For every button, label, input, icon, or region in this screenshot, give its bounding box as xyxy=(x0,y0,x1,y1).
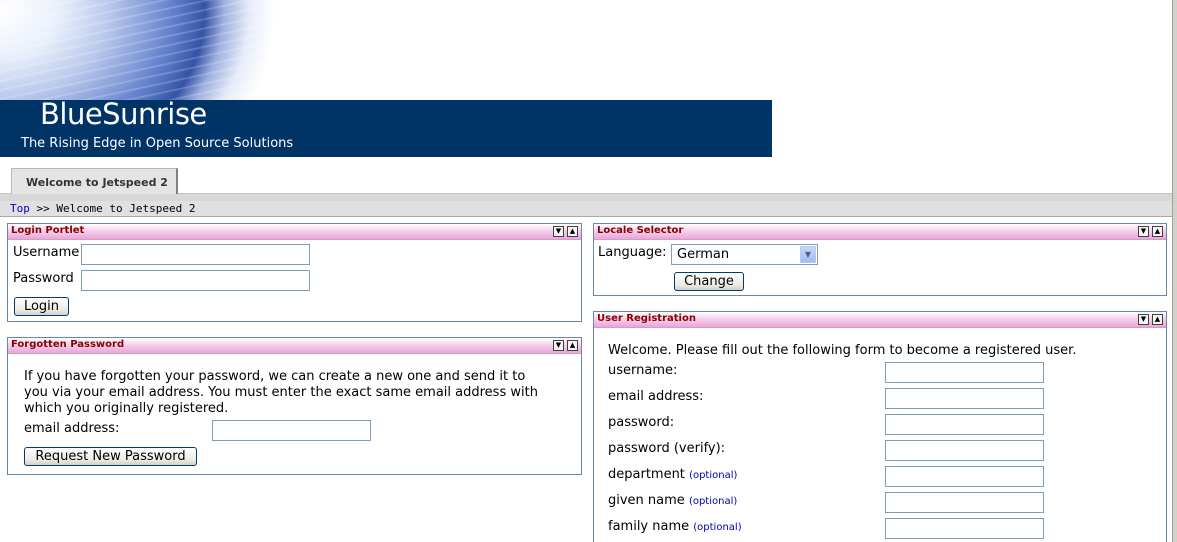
language-label: Language: xyxy=(598,245,667,260)
minimize-icon[interactable]: ▼ xyxy=(1138,226,1149,237)
user-registration-title: User Registration xyxy=(597,313,696,324)
email-input[interactable] xyxy=(212,420,371,441)
forgotten-password-text-line1: If you have forgotten your password, we … xyxy=(24,369,526,384)
login-portlet: Login Portlet ▼ ▲ Username Password Logi… xyxy=(7,223,582,322)
breadcrumb-current: Welcome to Jetspeed 2 xyxy=(56,202,196,215)
locale-selector-portlet: Locale Selector ▼ ▲ Language: German ▼ C… xyxy=(593,223,1167,296)
registration-email-input[interactable] xyxy=(885,388,1044,409)
change-button[interactable]: Change xyxy=(674,272,744,291)
password-input[interactable] xyxy=(81,270,310,291)
maximize-icon[interactable]: ▲ xyxy=(567,226,578,237)
given-name-label-text: given name xyxy=(608,493,685,508)
registration-username-label: username: xyxy=(608,363,678,378)
portlet-title: Login Portlet ▼ ▲ xyxy=(8,224,581,240)
breadcrumb-top-link[interactable]: Top xyxy=(10,202,30,215)
user-registration-portlet: User Registration ▼ ▲ Welcome. Please fi… xyxy=(593,311,1167,542)
forgotten-password-text-line3: which you originally registered. xyxy=(24,401,229,416)
minimize-icon[interactable]: ▼ xyxy=(553,340,564,351)
maximize-icon[interactable]: ▲ xyxy=(1152,226,1163,237)
language-select-value: German xyxy=(677,247,730,262)
optional-tag: (optional) xyxy=(688,496,738,507)
registration-family-name-label: family name (optional) xyxy=(608,519,742,534)
forgotten-password-text-line2: you via your email address. You must ent… xyxy=(24,385,538,400)
department-label-text: department xyxy=(608,467,685,482)
forgotten-password-portlet: Forgotten Password ▼ ▲ If you have forgo… xyxy=(7,337,582,475)
username-input[interactable] xyxy=(81,244,310,265)
registration-given-name-label: given name (optional) xyxy=(608,493,737,508)
optional-tag: (optional) xyxy=(689,470,738,481)
brand-tagline: The Rising Edge in Open Source Solutions xyxy=(21,136,294,151)
username-label: Username xyxy=(13,245,80,260)
registration-department-input[interactable] xyxy=(885,466,1044,487)
registration-password-label: password: xyxy=(608,415,675,430)
breadcrumb: Top >> Welcome to Jetspeed 2 xyxy=(0,201,1172,217)
registration-username-input[interactable] xyxy=(885,362,1044,383)
registration-password-verify-input[interactable] xyxy=(885,440,1044,461)
minimize-icon[interactable]: ▼ xyxy=(1138,314,1149,325)
forgotten-password-title: Forgotten Password xyxy=(11,339,125,350)
registration-family-name-input[interactable] xyxy=(885,518,1044,539)
language-select[interactable]: German ▼ xyxy=(671,244,818,265)
registration-intro: Welcome. Please fill out the following f… xyxy=(608,343,1077,358)
brand-title: BlueSunrise xyxy=(40,97,207,131)
registration-email-label: email address: xyxy=(608,389,704,404)
registration-password-verify-label: password (verify): xyxy=(608,441,726,456)
portlet-title: User Registration ▼ ▲ xyxy=(594,312,1166,328)
maximize-icon[interactable]: ▲ xyxy=(567,340,578,351)
window-right-edge xyxy=(1172,0,1177,542)
request-new-password-button[interactable]: Request New Password xyxy=(24,447,197,466)
registration-department-label: department (optional) xyxy=(608,467,737,482)
password-label: Password xyxy=(13,271,74,286)
locale-selector-title: Locale Selector xyxy=(597,225,684,236)
registration-password-input[interactable] xyxy=(885,414,1044,435)
login-button[interactable]: Login xyxy=(14,297,69,316)
email-label: email address: xyxy=(24,421,120,436)
chevron-down-icon[interactable]: ▼ xyxy=(800,246,816,263)
family-name-label-text: family name xyxy=(608,519,690,534)
portlet-title: Forgotten Password ▼ ▲ xyxy=(8,338,581,354)
registration-given-name-input[interactable] xyxy=(885,492,1044,513)
login-portlet-title: Login Portlet xyxy=(11,225,85,236)
minimize-icon[interactable]: ▼ xyxy=(553,226,564,237)
brand-banner-image xyxy=(0,0,290,100)
breadcrumb-separator: >> xyxy=(36,202,50,215)
optional-tag: (optional) xyxy=(693,522,742,533)
tab-welcome[interactable]: Welcome to Jetspeed 2 xyxy=(11,168,178,194)
portlet-title: Locale Selector ▼ ▲ xyxy=(594,224,1166,240)
maximize-icon[interactable]: ▲ xyxy=(1152,314,1163,325)
